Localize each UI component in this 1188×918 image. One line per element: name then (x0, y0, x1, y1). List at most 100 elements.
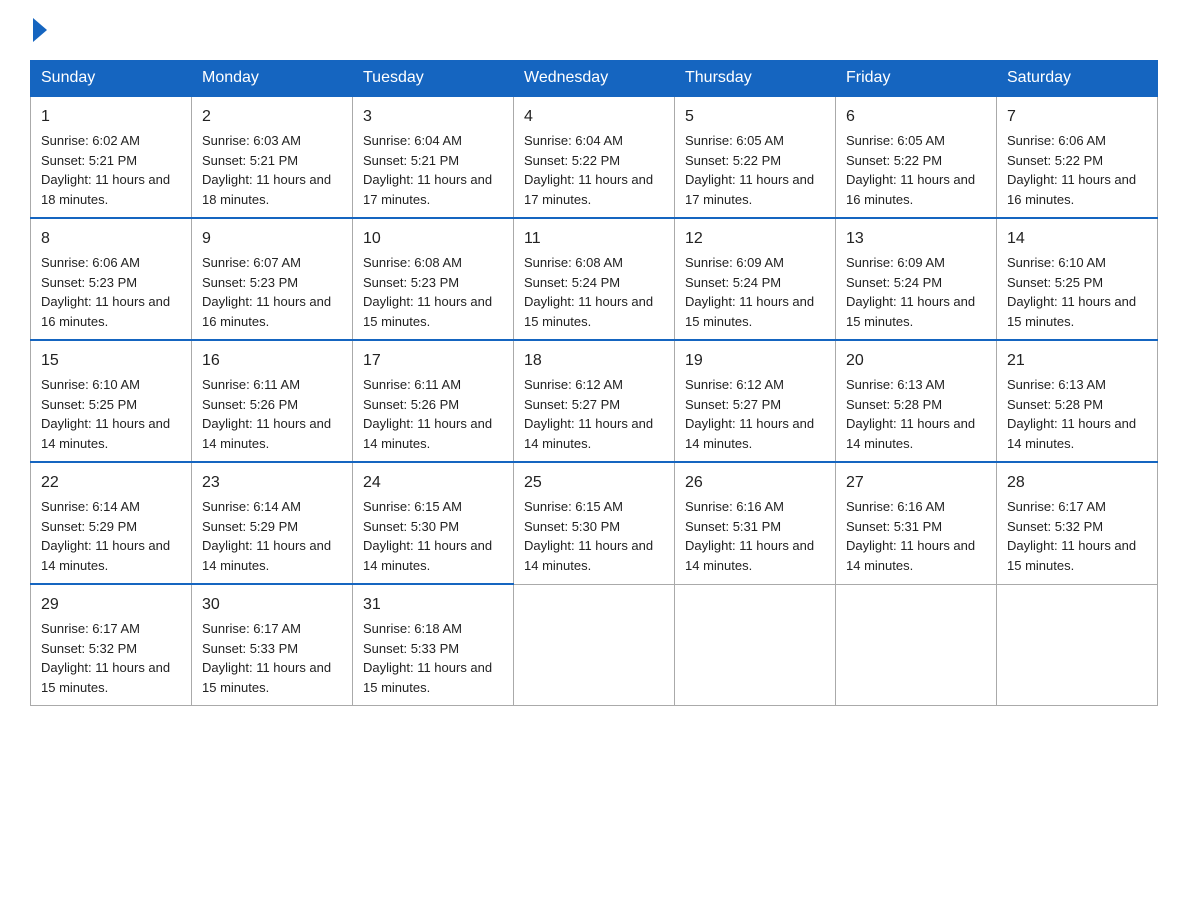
sunset-label: Sunset: 5:28 PM (1007, 397, 1103, 412)
sunrise-label: Sunrise: 6:03 AM (202, 133, 301, 148)
sunrise-label: Sunrise: 6:17 AM (202, 621, 301, 636)
day-cell: 31Sunrise: 6:18 AMSunset: 5:33 PMDayligh… (353, 584, 514, 706)
logo-arrow-icon (33, 18, 47, 42)
sunrise-label: Sunrise: 6:17 AM (1007, 499, 1106, 514)
sunrise-label: Sunrise: 6:09 AM (685, 255, 784, 270)
day-cell: 7Sunrise: 6:06 AMSunset: 5:22 PMDaylight… (997, 96, 1158, 218)
daylight-label: Daylight: 11 hours and 14 minutes. (202, 538, 331, 573)
day-number: 5 (685, 105, 825, 129)
day-cell: 20Sunrise: 6:13 AMSunset: 5:28 PMDayligh… (836, 340, 997, 462)
sunset-label: Sunset: 5:32 PM (41, 641, 137, 656)
sunrise-label: Sunrise: 6:11 AM (202, 377, 300, 392)
sunrise-label: Sunrise: 6:16 AM (685, 499, 784, 514)
day-cell: 26 Sunrise: 6:16 AM Sunset: 5:31 PM Dayligh… (675, 462, 836, 584)
day-cell: 3Sunrise: 6:04 AMSunset: 5:21 PMDaylight… (353, 96, 514, 218)
sunset-label: Sunset: 5:30 PM (524, 519, 620, 534)
day-cell: 29Sunrise: 6:17 AMSunset: 5:32 PMDayligh… (31, 584, 192, 706)
sunrise-label: Sunrise: 6:14 AM (41, 499, 140, 514)
day-cell: 21Sunrise: 6:13 AMSunset: 5:28 PMDayligh… (997, 340, 1158, 462)
daylight-label: Daylight: 11 hours and 14 minutes. (685, 416, 814, 451)
sunset-label: Sunset: 5:33 PM (202, 641, 298, 656)
day-number: 15 (41, 349, 181, 373)
daylight-label: Daylight: 11 hours and 15 minutes. (1007, 294, 1136, 329)
day-cell: 28Sunrise: 6:17 AMSunset: 5:32 PMDayligh… (997, 462, 1158, 584)
day-cell (514, 584, 675, 706)
sunset-label: Sunset: 5:21 PM (41, 153, 137, 168)
header-cell-sunday: Sunday (31, 61, 192, 97)
sunset-label: Sunset: 5:23 PM (363, 275, 459, 290)
daylight-label: Daylight: 11 hours and 15 minutes. (202, 660, 331, 695)
day-cell: 13Sunrise: 6:09 AMSunset: 5:24 PMDayligh… (836, 218, 997, 340)
day-number: 1 (41, 105, 181, 129)
sunset-label: Sunset: 5:31 PM (685, 519, 781, 534)
daylight-label: Daylight: 11 hours and 17 minutes. (685, 172, 814, 207)
day-number: 11 (524, 227, 664, 251)
sunrise-label: Sunrise: 6:13 AM (846, 377, 945, 392)
sunset-label: Sunset: 5:23 PM (41, 275, 137, 290)
sunset-label: Sunset: 5:33 PM (363, 641, 459, 656)
header-cell-thursday: Thursday (675, 61, 836, 97)
day-number: 18 (524, 349, 664, 373)
day-number: 31 (363, 593, 503, 617)
sunrise-label: Sunrise: 6:18 AM (363, 621, 462, 636)
sunset-label: Sunset: 5:27 PM (524, 397, 620, 412)
header-cell-tuesday: Tuesday (353, 61, 514, 97)
daylight-label: Daylight: 11 hours and 14 minutes. (846, 538, 975, 573)
day-cell: 2 Sunrise: 6:03 AM Sunset: 5:21 PM Daylight… (192, 96, 353, 218)
day-cell (997, 584, 1158, 706)
sunrise-label: Sunrise: 6:12 AM (524, 377, 623, 392)
day-cell (675, 584, 836, 706)
logo (30, 20, 47, 44)
sunrise-label: Sunrise: 6:04 AM (363, 133, 462, 148)
header-row: SundayMondayTuesdayWednesdayThursdayFrid… (31, 61, 1158, 97)
day-cell: 11Sunrise: 6:08 AMSunset: 5:24 PMDayligh… (514, 218, 675, 340)
sunset-label: Sunset: 5:24 PM (846, 275, 942, 290)
day-number: 8 (41, 227, 181, 251)
day-cell: 27Sunrise: 6:16 AMSunset: 5:31 PMDayligh… (836, 462, 997, 584)
daylight-label: Daylight: 11 hours and 18 minutes. (202, 172, 331, 207)
page-header (30, 20, 1158, 44)
daylight-label: Daylight: 11 hours and 14 minutes. (202, 416, 331, 451)
daylight-label: Daylight: 11 hours and 14 minutes. (363, 416, 492, 451)
sunrise-label: Sunrise: 6:06 AM (1007, 133, 1106, 148)
daylight-label: Daylight: 11 hours and 16 minutes. (1007, 172, 1136, 207)
sunset-label: Sunset: 5:22 PM (685, 153, 781, 168)
daylight-label: Daylight: 11 hours and 15 minutes. (524, 294, 653, 329)
sunset-label: Sunset: 5:31 PM (846, 519, 942, 534)
week-row-5: 29 Sunrise: 6:17 AM Sunset: 5:32 PM Dayligh… (31, 584, 1158, 706)
sunrise-label: Sunrise: 6:06 AM (41, 255, 140, 270)
header-cell-wednesday: Wednesday (514, 61, 675, 97)
sunset-label: Sunset: 5:23 PM (202, 275, 298, 290)
day-cell: 10Sunrise: 6:08 AMSunset: 5:23 PMDayligh… (353, 218, 514, 340)
day-cell: 1Sunrise: 6:02 AMSunset: 5:21 PMDaylight… (31, 96, 192, 218)
day-number: 27 (846, 471, 986, 495)
day-number: 7 (1007, 105, 1147, 129)
day-cell: 4Sunrise: 6:04 AMSunset: 5:22 PMDaylight… (514, 96, 675, 218)
sunset-label: Sunset: 5:21 PM (202, 153, 298, 168)
calendar-table: SundayMondayTuesdayWednesdayThursdayFrid… (30, 60, 1158, 706)
day-cell: 6Sunrise: 6:05 AMSunset: 5:22 PMDaylight… (836, 96, 997, 218)
sunset-label: Sunset: 5:24 PM (524, 275, 620, 290)
sunset-label: Sunset: 5:25 PM (41, 397, 137, 412)
daylight-label: Daylight: 11 hours and 14 minutes. (41, 416, 170, 451)
day-number: 13 (846, 227, 986, 251)
sunset-label: Sunset: 5:29 PM (202, 519, 298, 534)
day-cell: 17Sunrise: 6:11 AMSunset: 5:26 PMDayligh… (353, 340, 514, 462)
daylight-label: Daylight: 11 hours and 15 minutes. (685, 294, 814, 329)
day-number: 9 (202, 227, 342, 251)
day-number: 29 (41, 593, 181, 617)
daylight-label: Daylight: 11 hours and 14 minutes. (685, 538, 814, 573)
sunset-label: Sunset: 5:24 PM (685, 275, 781, 290)
sunset-label: Sunset: 5:22 PM (524, 153, 620, 168)
sunset-label: Sunset: 5:25 PM (1007, 275, 1103, 290)
sunrise-label: Sunrise: 6:12 AM (685, 377, 784, 392)
day-number: 2 (202, 105, 342, 129)
day-number: 26 (685, 471, 825, 495)
sunrise-label: Sunrise: 6:04 AM (524, 133, 623, 148)
day-number: 20 (846, 349, 986, 373)
day-cell: 24Sunrise: 6:15 AMSunset: 5:30 PMDayligh… (353, 462, 514, 584)
daylight-label: Daylight: 11 hours and 17 minutes. (363, 172, 492, 207)
sunrise-label: Sunrise: 6:15 AM (363, 499, 462, 514)
sunrise-label: Sunrise: 6:07 AM (202, 255, 301, 270)
day-number: 24 (363, 471, 503, 495)
